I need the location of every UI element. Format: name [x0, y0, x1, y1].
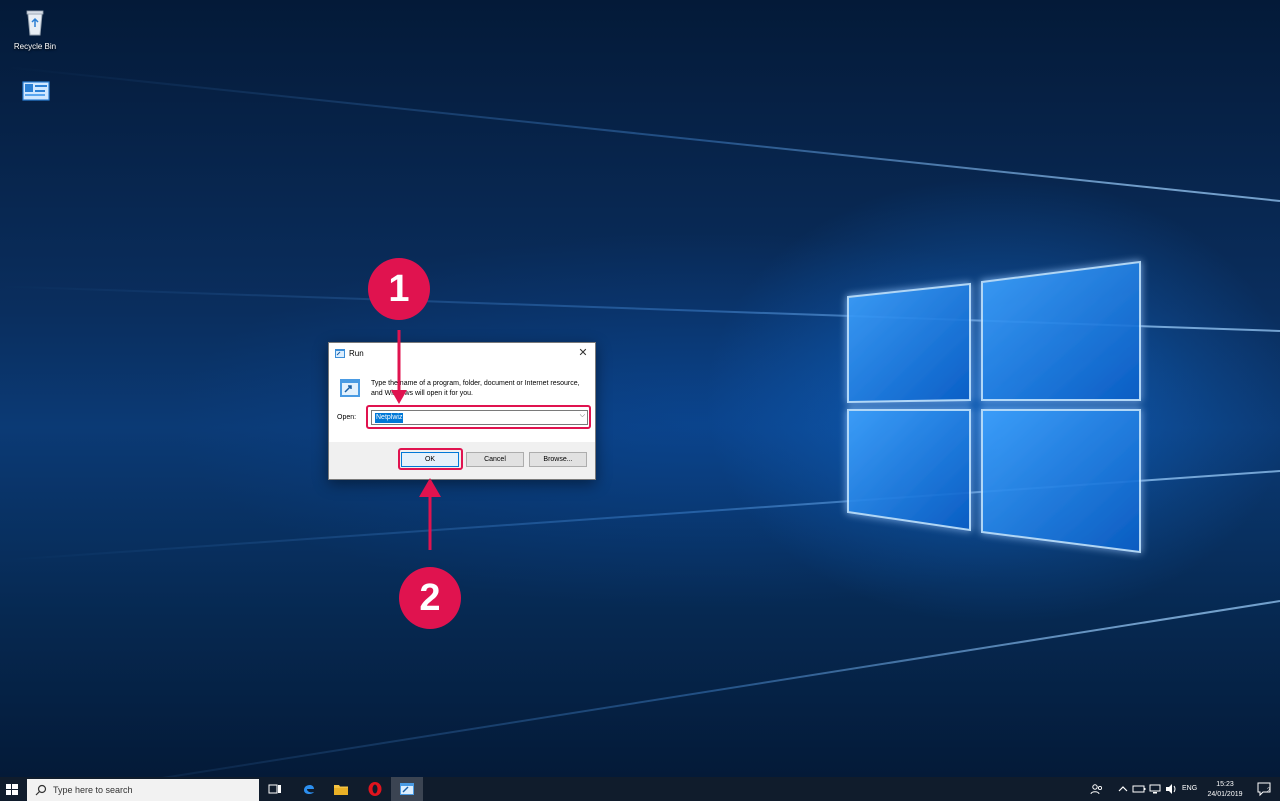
- windows-start-icon[interactable]: [0, 777, 24, 801]
- opera-icon: [368, 782, 382, 796]
- search-icon: [35, 784, 47, 796]
- network-icon[interactable]: [1148, 782, 1162, 796]
- taskbar-clock[interactable]: 15:23 24/01/2019: [1202, 780, 1248, 800]
- run-app-button[interactable]: [391, 777, 423, 801]
- desktop-icon-label: Recycle Bin: [13, 42, 57, 51]
- file-explorer-button[interactable]: [325, 777, 357, 801]
- highlight-open-field: [366, 405, 591, 429]
- control-panel-icon: [22, 81, 50, 101]
- step-2-badge: 2: [399, 567, 461, 629]
- clock-time: 15:23: [1216, 781, 1234, 788]
- run-program-icon: [340, 379, 360, 397]
- run-icon: [335, 349, 345, 358]
- desktop-background: [0, 0, 1280, 777]
- notification-count: 2: [1267, 788, 1271, 794]
- run-titlebar[interactable]: Run ✕: [329, 343, 595, 365]
- edge-button[interactable]: [293, 777, 325, 801]
- run-description: Type the name of a program, folder, docu…: [371, 380, 580, 397]
- task-view-icon: [268, 784, 281, 794]
- file-explorer-icon: [334, 785, 348, 795]
- action-center-button[interactable]: 2: [1256, 781, 1274, 797]
- step-1-badge: 1: [368, 258, 430, 320]
- windows-logo: [847, 260, 1141, 554]
- search-placeholder: Type here to search: [53, 785, 133, 795]
- browse-button[interactable]: Browse...: [529, 452, 587, 467]
- run-title: Run: [349, 349, 364, 358]
- run-app-icon: [400, 783, 414, 795]
- open-label: Open:: [337, 414, 357, 421]
- cancel-button[interactable]: Cancel: [466, 452, 524, 467]
- highlight-ok-button: [398, 448, 463, 470]
- opera-button[interactable]: [359, 777, 391, 801]
- taskbar-search-box[interactable]: Type here to search: [27, 779, 259, 801]
- clock-date: 24/01/2019: [1207, 791, 1243, 798]
- edge-icon: [304, 784, 314, 795]
- notification-icon: [1257, 782, 1271, 797]
- desktop-icon-recycle-bin[interactable]: Recycle Bin: [0, 6, 70, 51]
- chevron-up-icon[interactable]: [1116, 782, 1130, 796]
- desktop-icon-control-panel[interactable]: [0, 78, 70, 114]
- volume-icon[interactable]: [1164, 782, 1178, 796]
- taskbar: Type here to search ENG 15:23 24/01/2019…: [0, 777, 1280, 801]
- close-icon[interactable]: ✕: [575, 346, 591, 360]
- task-view-button[interactable]: [259, 777, 291, 801]
- recycle-bin-icon: [26, 10, 44, 36]
- people-icon[interactable]: [1090, 782, 1104, 796]
- battery-icon[interactable]: [1132, 782, 1146, 796]
- language-indicator[interactable]: ENG: [1182, 785, 1197, 792]
